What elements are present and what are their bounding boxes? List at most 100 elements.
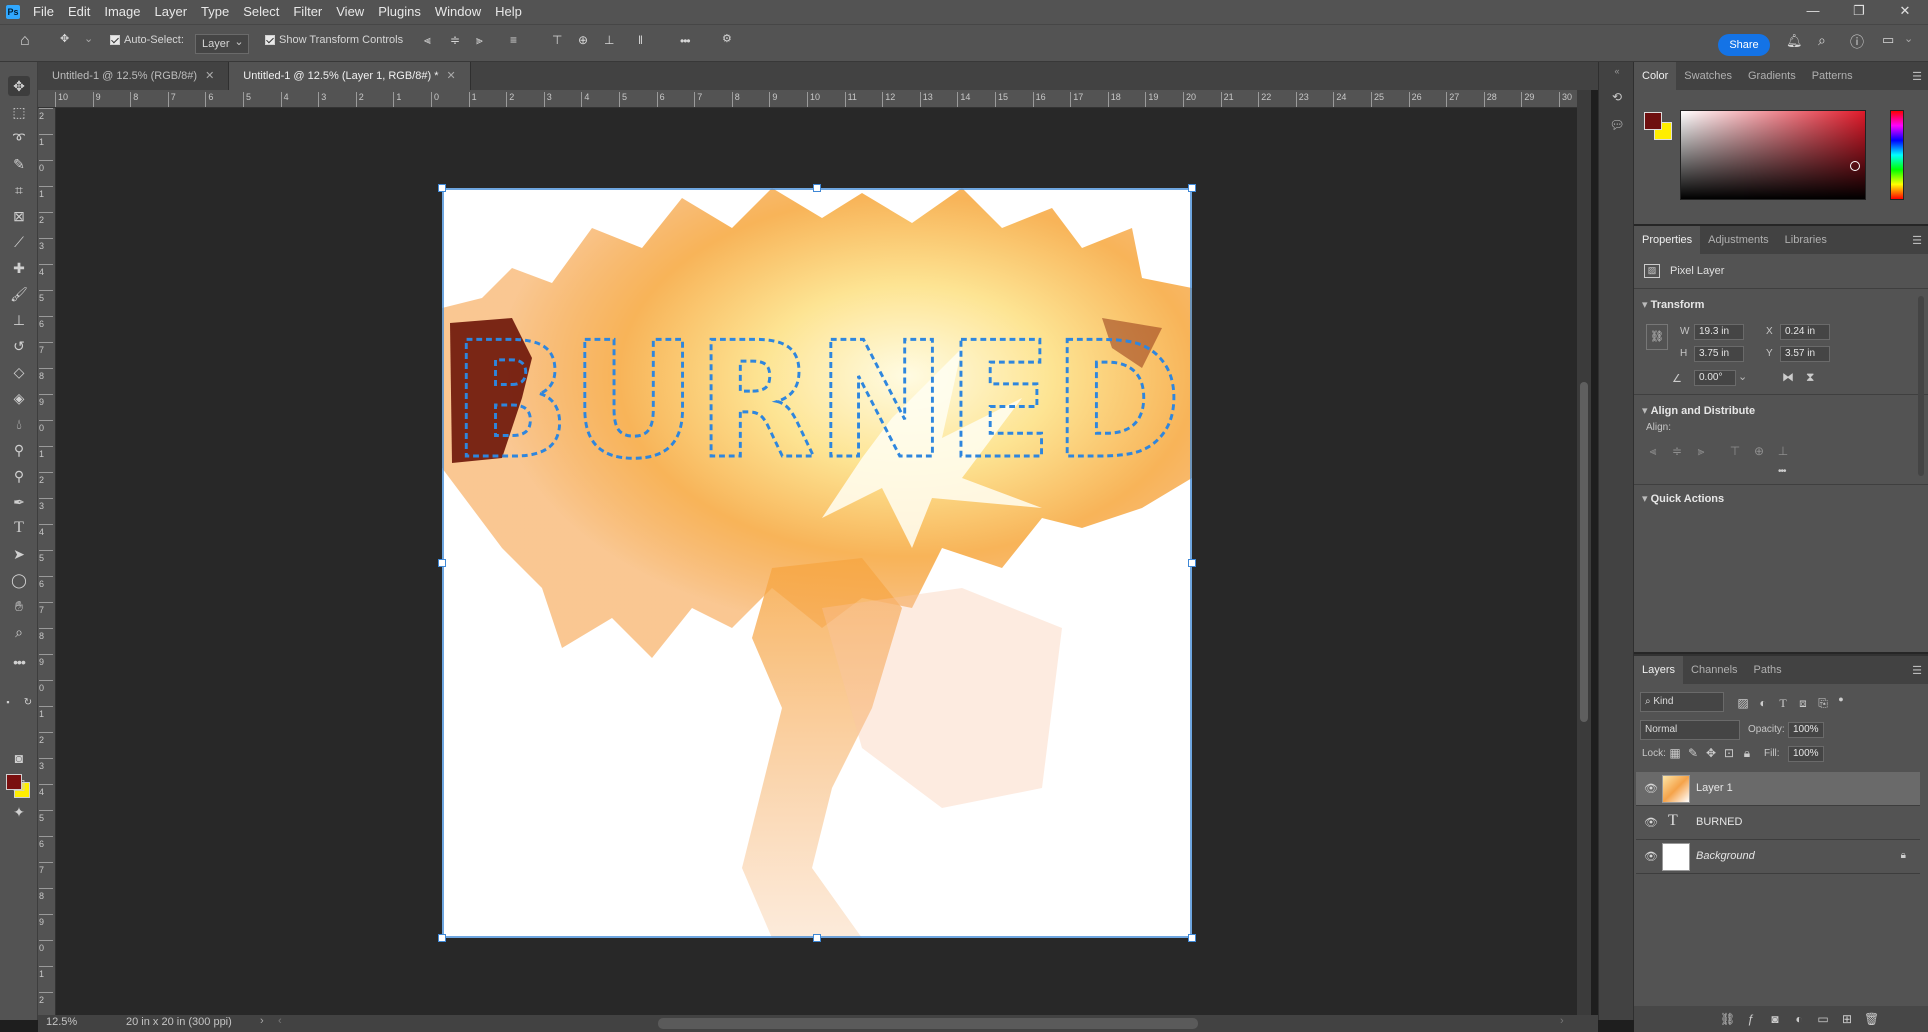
quick-actions-section-title[interactable]: Quick Actions: [1642, 492, 1725, 505]
width-field[interactable]: 19.3 in: [1694, 324, 1744, 340]
transform-handle[interactable]: [438, 934, 446, 942]
show-transform-controls-checkbox[interactable]: Show Transform Controls: [265, 34, 403, 46]
lock-all-icon[interactable]: 🔒︎: [1740, 746, 1754, 760]
visibility-eye-icon[interactable]: 👁︎: [1644, 816, 1658, 829]
layer-name[interactable]: BURNED: [1696, 816, 1742, 828]
tab-color[interactable]: Color: [1634, 62, 1677, 90]
history-brush-icon[interactable]: ↺: [8, 336, 30, 356]
foreground-color-swatch[interactable]: [6, 774, 22, 790]
menu-filter[interactable]: Filter: [286, 0, 329, 24]
workspace-chevron-icon[interactable]: ⌄: [1904, 32, 1913, 45]
layer-row-burned[interactable]: 👁︎ T BURNED: [1636, 806, 1920, 840]
tab-layers[interactable]: Layers: [1634, 656, 1684, 684]
collapse-panels-icon[interactable]: «: [1609, 66, 1625, 82]
color-picker-field[interactable]: [1680, 110, 1866, 200]
align-middle-icon[interactable]: ⊕: [1752, 444, 1766, 458]
panel-menu-icon[interactable]: ☰: [1912, 234, 1922, 247]
transform-handle[interactable]: [438, 184, 446, 192]
comments-panel-icon[interactable]: 💬︎: [1609, 118, 1625, 134]
zoom-lens-icon[interactable]: ⚲: [8, 466, 30, 486]
distribute-horizontal-icon[interactable]: ≡: [510, 33, 517, 47]
blend-mode-dropdown[interactable]: Normal: [1640, 720, 1740, 740]
filter-adjustment-icon[interactable]: ◐: [1756, 696, 1770, 710]
color-fg-swatch[interactable]: [1644, 112, 1662, 130]
transform-section-title[interactable]: Transform: [1642, 298, 1705, 311]
filter-smart-object-icon[interactable]: ⎘: [1816, 696, 1830, 710]
eraser-icon[interactable]: ◇: [8, 362, 30, 382]
new-layer-icon[interactable]: ⊞: [1840, 1012, 1854, 1026]
frame-icon[interactable]: ⊠: [8, 206, 30, 226]
menu-image[interactable]: Image: [97, 0, 147, 24]
tab-adjustments[interactable]: Adjustments: [1700, 226, 1777, 254]
visibility-eye-icon[interactable]: 👁︎: [1644, 850, 1658, 863]
blur-icon[interactable]: 💧︎: [8, 414, 30, 434]
dodge-icon[interactable]: ⚲: [8, 440, 30, 460]
quick-mask-icon[interactable]: ◙: [8, 748, 30, 768]
layer-row-layer-1[interactable]: 👁︎ Layer 1: [1636, 772, 1920, 806]
bell-icon[interactable]: 🔔︎: [1786, 33, 1803, 49]
link-dimensions-icon[interactable]: ⛓: [1646, 324, 1668, 350]
lasso-icon[interactable]: ➰︎: [8, 128, 30, 148]
x-position-field[interactable]: 0.24 in: [1780, 324, 1830, 340]
tab-gradients[interactable]: Gradients: [1740, 62, 1804, 90]
angle-chevron-icon[interactable]: ⌄: [1738, 370, 1747, 383]
eyedropper-icon[interactable]: ⟋: [8, 232, 30, 252]
default-colors-icon[interactable]: ▪: [2, 692, 14, 712]
align-horizontal-centers-icon[interactable]: ≑: [450, 33, 460, 47]
hue-slider[interactable]: [1890, 110, 1904, 200]
restore-button[interactable]: ❐: [1836, 0, 1882, 24]
panel-menu-icon[interactable]: ☰: [1912, 70, 1922, 83]
adjustment-layer-icon[interactable]: ◐: [1792, 1012, 1806, 1026]
more-options-icon[interactable]: •••: [680, 34, 691, 48]
opacity-field[interactable]: 100%: [1788, 722, 1824, 738]
gear-icon[interactable]: ⚙: [722, 32, 732, 45]
auto-select-checkbox[interactable]: Auto-Select:: [110, 34, 184, 46]
tab-document-2[interactable]: Untitled-1 @ 12.5% (Layer 1, RGB/8#) * ✕: [229, 62, 471, 90]
transform-handle[interactable]: [1188, 559, 1196, 567]
lock-position-icon[interactable]: ✥: [1704, 746, 1718, 760]
transform-handle[interactable]: [813, 184, 821, 192]
filter-toggle-icon[interactable]: ●: [1834, 692, 1848, 706]
menu-view[interactable]: View: [329, 0, 371, 24]
scrollbar-thumb[interactable]: [1580, 382, 1588, 722]
flip-vertical-icon[interactable]: ⧗: [1806, 370, 1814, 385]
scroll-left-icon[interactable]: ‹: [278, 1015, 282, 1027]
more-tools-icon[interactable]: •••: [8, 652, 30, 672]
tool-preset-chevron-icon[interactable]: ⌄: [84, 32, 93, 45]
align-top-edges-icon[interactable]: ⊤: [552, 33, 562, 47]
align-left-icon[interactable]: ⫷: [1646, 444, 1660, 458]
lock-artboard-icon[interactable]: ⊡: [1722, 746, 1736, 760]
brush-icon[interactable]: 🖌︎: [8, 284, 30, 304]
share-button[interactable]: Share: [1718, 34, 1770, 56]
filter-kind-dropdown[interactable]: ⌕ Kind: [1640, 692, 1724, 712]
home-icon[interactable]: ⌂: [20, 32, 30, 50]
transform-handle[interactable]: [1188, 934, 1196, 942]
filter-shape-icon[interactable]: ⧈: [1796, 696, 1810, 710]
transform-handle[interactable]: [438, 559, 446, 567]
layer-row-background[interactable]: 👁︎ Background 🔒︎: [1636, 840, 1920, 874]
close-tab-icon[interactable]: ✕: [205, 70, 214, 82]
document-horizontal-scrollbar[interactable]: [658, 1018, 1198, 1029]
angle-field[interactable]: 0.00°: [1694, 370, 1736, 386]
transform-handle[interactable]: [1188, 184, 1196, 192]
transform-handle[interactable]: [813, 934, 821, 942]
tab-document-1[interactable]: Untitled-1 @ 12.5% (RGB/8#) ✕: [38, 62, 230, 90]
menu-plugins[interactable]: Plugins: [371, 0, 428, 24]
auto-select-target-dropdown[interactable]: Layer: [195, 33, 249, 54]
minimize-button[interactable]: —: [1790, 0, 1836, 24]
panel-menu-icon[interactable]: ☰: [1912, 664, 1922, 677]
align-vertical-centers-icon[interactable]: ⊕: [578, 33, 588, 47]
move-tool-icon[interactable]: ✥: [60, 32, 69, 45]
zoom-icon[interactable]: ⌕: [8, 622, 30, 642]
vertical-ruler[interactable]: 2 1 0 1 2 3 4 5 6 7 8 9 0 1 2 3 4 5 6 7 8 9 0 1 2 3 4 5 6 7 8 9 0 1 2: [38, 108, 56, 1020]
object-selection-icon[interactable]: ✎: [8, 154, 30, 174]
y-position-field[interactable]: 3.57 in: [1780, 346, 1830, 362]
auto-select-check-icon[interactable]: [110, 35, 120, 46]
paint-bucket-icon[interactable]: ◈: [8, 388, 30, 408]
align-right-icon[interactable]: ⫸: [1694, 444, 1708, 458]
scroll-right-icon[interactable]: ›: [1560, 1015, 1564, 1027]
document-canvas[interactable]: BURNED: [438, 184, 1196, 942]
lock-icon[interactable]: 🔒︎: [1901, 850, 1906, 861]
align-bottom-edges-icon[interactable]: ⊥: [604, 33, 614, 47]
flip-horizontal-icon[interactable]: ⧓: [1782, 370, 1794, 384]
